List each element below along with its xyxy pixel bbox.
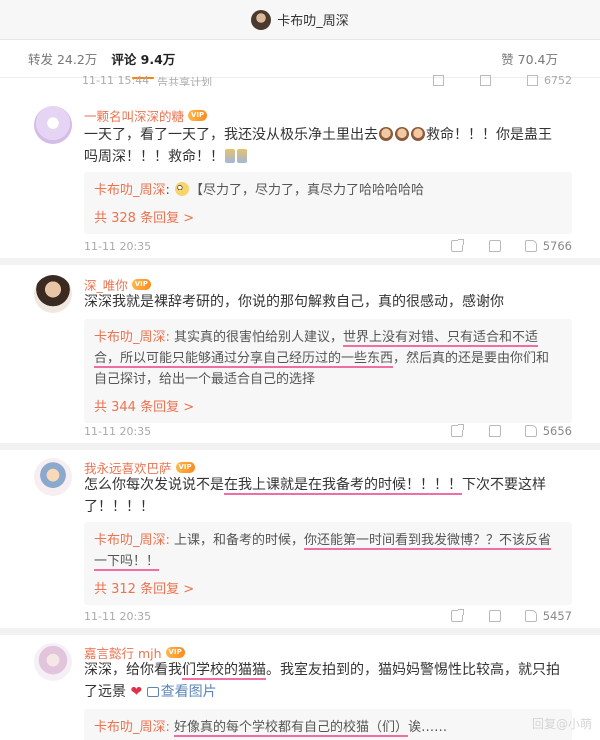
like-count: 6752 (544, 74, 572, 86)
timestamp: 11-11 20:35 (84, 424, 152, 438)
comment-item: 我永远喜欢巴萨 VIP 怎么你每次发说说不是在我上课就是在我备考的时候！！！！下次… (0, 450, 600, 635)
like-count: 5656 (542, 424, 572, 438)
timestamp: 11-11 20:35 (84, 239, 152, 253)
reply-author[interactable]: 卡布叻_周深 (94, 720, 166, 735)
emoji-icon (225, 149, 235, 163)
stats-tabs: 转发 24.2万 评论 9.4万 赞 70.4万 (0, 40, 600, 78)
author-avatar[interactable] (251, 9, 272, 30)
image-icon (146, 687, 159, 697)
like-count: 5457 (542, 609, 572, 623)
watermark: 回复@小萌 (531, 717, 592, 731)
tab-comments[interactable]: 评论 9.4万 (111, 49, 175, 68)
avatar[interactable] (34, 643, 72, 681)
highlight-underline: 们学校的猫猫 (182, 662, 266, 680)
reply-text: 卡布叻_周深: 【尽力了，尽力了，真尽力了哈哈哈哈哈 (94, 182, 425, 198)
avatar[interactable] (34, 275, 72, 313)
username[interactable]: 一颗名叫深深的糖 VIP (84, 106, 208, 125)
heart-icon: ❤ (130, 684, 143, 700)
comment-text: 深深，给你看我们学校的猫猫。我室友拍到的，猫妈妈警惕性比较高，就只拍了远景 ❤ … (84, 662, 560, 700)
top-bar: 卡布叻_周深 (0, 0, 600, 40)
avatar[interactable] (34, 458, 72, 496)
reply-author[interactable]: 卡布叻_周深 (94, 183, 166, 198)
tab-likes[interactable]: 赞 70.4万 (501, 49, 558, 68)
comment-item: 一颗名叫深深的糖 VIP 一天了，看了一天了，我还没从极乐净土里出去 救命！！！你是… (0, 90, 600, 265)
reply-author[interactable]: 卡布叻_周深 (94, 533, 166, 548)
highlight-underline: 在我上课就是在我备考的时候！！！！ (224, 477, 462, 495)
like-icon[interactable] (524, 610, 537, 622)
reply-box[interactable]: 卡布叻_周深: 其实真的很害怕给别人建议，世界上没有对错、只有适合和不适合，所以… (84, 319, 572, 423)
comment-icon[interactable] (488, 610, 501, 622)
share-icon[interactable] (433, 75, 444, 86)
vip-badge: VIP (131, 279, 151, 290)
vip-badge: VIP (175, 462, 195, 473)
previous-comment-meta: 11-11 15:44 告共享计划 6752 (82, 74, 572, 86)
weibo-comment-page: 卡布叻_周深 转发 24.2万 评论 9.4万 赞 70.4万 11-11 15… (0, 0, 600, 740)
comment-item: 深_唯你 VIP 深深我就是裸辞考研的，你说的那句解救自己，真的很感动，感谢你 卡… (0, 265, 600, 450)
comment-meta: 11-11 20:35 5457 (84, 608, 572, 624)
like-icon[interactable] (524, 240, 537, 252)
source-label: 告共享计划 (157, 76, 213, 86)
like-icon[interactable] (527, 75, 538, 86)
page-title[interactable]: 卡布叻_周深 (277, 10, 349, 29)
reply-count-link[interactable]: 共 312 条回复 > (94, 578, 562, 597)
emoji-icon (395, 127, 409, 141)
reply-count-link[interactable]: 共 328 条回复 > (94, 207, 562, 226)
emoji-icon (379, 127, 393, 141)
avatar[interactable] (34, 106, 72, 144)
comment-meta: 11-11 20:35 5656 (84, 423, 572, 439)
reply-box[interactable]: 卡布叻_周深: 上课，和备考的时候，你还能第一时间看到我发微博？？不该反省一下吗… (84, 522, 572, 605)
comment-text: 深深我就是裸辞考研的，你说的那句解救自己，真的很感动，感谢你 (84, 294, 504, 310)
reply-author[interactable]: 卡布叻_周深 (94, 330, 166, 345)
comment-text: 一天了，看了一天了，我还没从极乐净土里出去 救命！！！你是蛊王吗周深！！！救命！！ (84, 127, 552, 165)
highlight-underline: 好像真的每个学校都有自己的校猫（们） (174, 720, 409, 737)
comment-icon[interactable] (480, 75, 491, 86)
comment-item: 嘉言懿行 mjh VIP 深深，给你看我们学校的猫猫。我室友拍到的，猫妈妈警惕性比… (0, 635, 600, 740)
reply-box[interactable]: 卡布叻_周深: 好像真的每个学校都有自己的校猫（们）诶…… (84, 709, 572, 740)
timestamp: 11-11 15:44 (82, 74, 150, 86)
share-icon[interactable] (450, 609, 464, 622)
share-icon[interactable] (450, 239, 464, 252)
reply-text: 卡布叻_周深: 其实真的很害怕给别人建议，世界上没有对错、只有适合和不适合，所以… (94, 330, 550, 387)
vip-badge: VIP (188, 110, 208, 121)
tab-repost[interactable]: 转发 24.2万 (28, 49, 97, 68)
emoji-icon (411, 127, 425, 141)
highlight-underline: ，所以可能只能够通过分享自己经历过的一些东西 (107, 351, 394, 368)
reply-text: 卡布叻_周深: 上课，和备考的时候，你还能第一时间看到我发微博？？不该反省一下吗… (94, 533, 552, 571)
emoji-icon (237, 149, 247, 163)
emoji-icon (175, 182, 190, 196)
comment-icon[interactable] (488, 425, 501, 437)
timestamp: 11-11 20:35 (84, 609, 152, 623)
comment-meta: 11-11 20:35 5766 (84, 238, 572, 254)
reply-box[interactable]: 卡布叻_周深: 【尽力了，尽力了，真尽力了哈哈哈哈哈 共 328 条回复 > (84, 172, 572, 234)
like-icon[interactable] (524, 425, 537, 437)
vip-badge: VIP (165, 647, 185, 658)
comment-text: 怎么你每次发说说不是在我上课就是在我备考的时候！！！！下次不要这样了！！！！ (84, 477, 546, 515)
reply-text: 卡布叻_周深: 好像真的每个学校都有自己的校猫（们）诶…… (94, 720, 448, 737)
like-count: 5766 (542, 239, 572, 253)
view-image-link[interactable]: 查看图片 (146, 684, 217, 700)
reply-count-link[interactable]: 共 344 条回复 > (94, 396, 562, 415)
comment-icon[interactable] (488, 240, 501, 252)
share-icon[interactable] (450, 424, 464, 437)
